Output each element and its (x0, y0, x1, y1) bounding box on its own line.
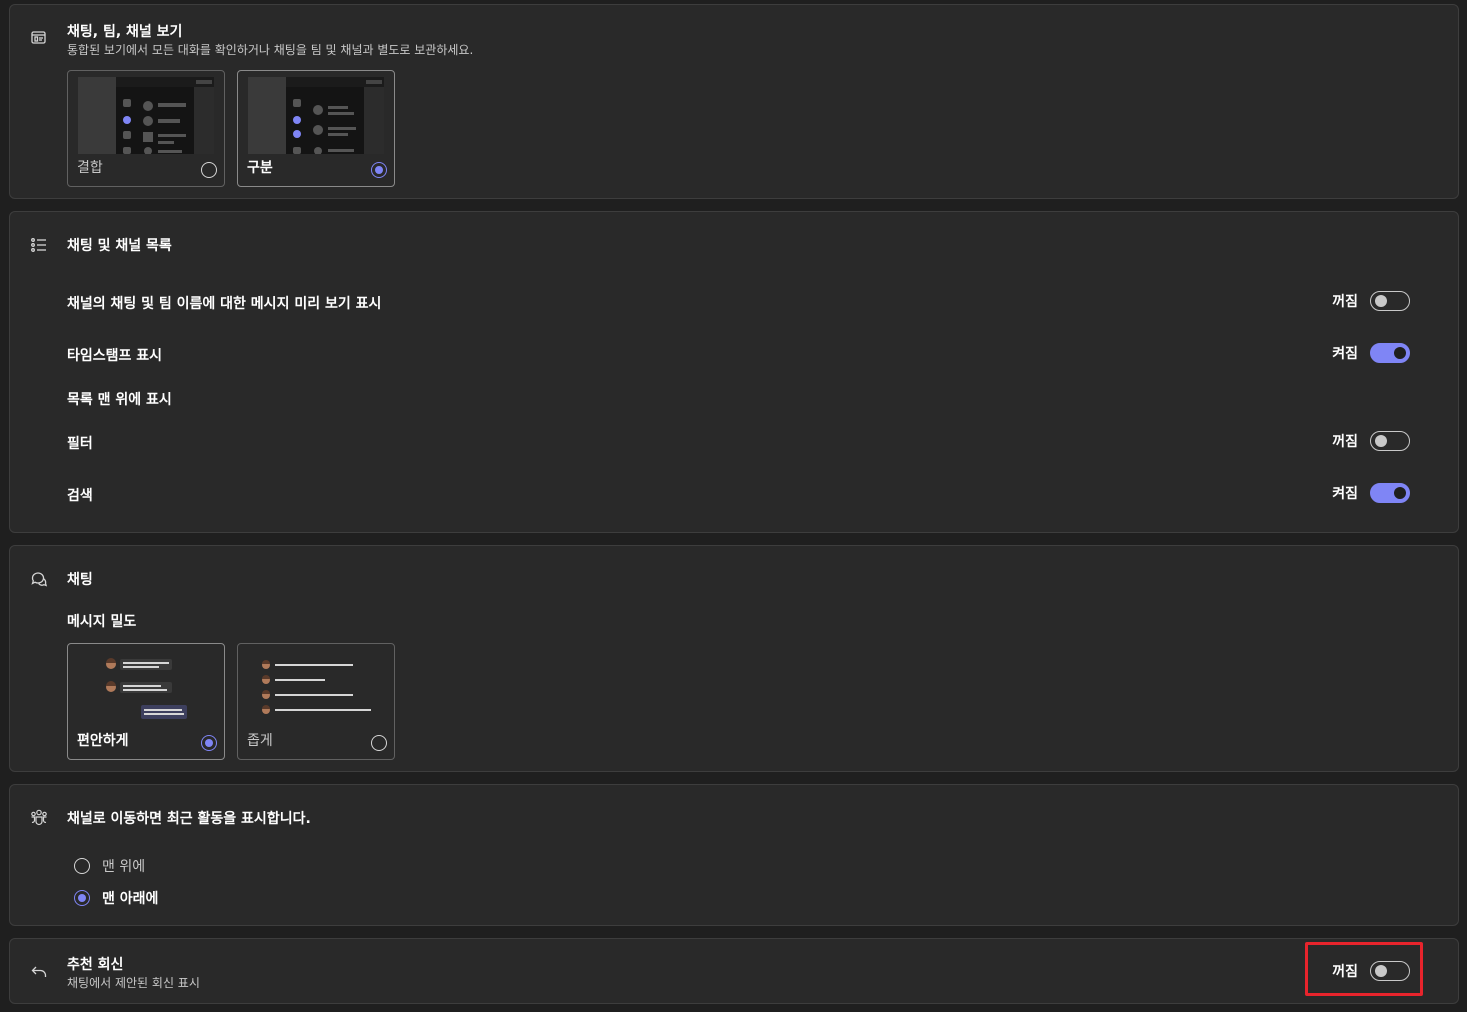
chat-bubbles-icon (30, 570, 48, 588)
chat-settings-card: 채팅 메시지 밀도 편안하게 좁게 (9, 545, 1459, 772)
density-option-comfortable[interactable]: 편안하게 (67, 643, 225, 760)
filter-setting: 꺼짐 (1328, 431, 1410, 451)
top-option-label: 맨 위에 (102, 859, 146, 875)
separate-label: 구분 (247, 160, 273, 176)
combined-label: 결합 (77, 160, 103, 176)
message-preview-label: 채널의 채팅 및 팀 이름에 대한 메시지 미리 보기 표시 (67, 296, 382, 312)
comfortable-preview-image (78, 650, 214, 727)
comfortable-label: 편안하게 (77, 733, 129, 749)
suggested-replies-title: 추천 회신 (67, 957, 124, 973)
combined-radio[interactable] (201, 162, 217, 178)
suggested-replies-card: 추천 회신 채팅에서 제안된 회신 표시 꺼짐 (9, 938, 1459, 1004)
timestamp-state: 켜짐 (1332, 346, 1358, 362)
reply-arrow-icon (30, 963, 48, 981)
view-settings-subtitle: 통합된 보기에서 모든 대화를 확인하거나 채팅을 팀 및 채널과 별도로 보관… (67, 43, 474, 57)
filter-state: 꺼짐 (1332, 434, 1358, 450)
show-at-top-heading: 목록 맨 위에 표시 (67, 392, 172, 408)
compact-radio[interactable] (371, 735, 387, 751)
toggle-knob (1394, 347, 1406, 359)
channel-activity-title: 채널로 이동하면 최근 활동을 표시합니다. (67, 811, 311, 827)
bulleted-list-icon (30, 236, 48, 254)
highlight-box (1305, 942, 1423, 996)
message-density-label: 메시지 밀도 (67, 614, 137, 630)
filter-label: 필터 (67, 436, 93, 452)
search-setting: 켜짐 (1328, 483, 1410, 503)
combined-preview-image (78, 77, 214, 154)
search-toggle[interactable] (1370, 483, 1410, 503)
layout-icon (30, 29, 48, 47)
bottom-option-label: 맨 아래에 (102, 891, 159, 907)
list-settings-card: 채팅 및 채널 목록 채널의 채팅 및 팀 이름에 대한 메시지 미리 보기 표… (9, 211, 1459, 533)
comfortable-radio[interactable] (201, 735, 217, 751)
top-radio[interactable] (74, 858, 90, 874)
separate-preview-image (248, 77, 384, 154)
view-settings-card: 채팅, 팀, 채널 보기 통합된 보기에서 모든 대화를 확인하거나 채팅을 팀… (9, 4, 1459, 199)
view-option-combined[interactable]: 결합 (67, 70, 225, 187)
channel-activity-option-bottom[interactable]: 맨 아래에 (74, 888, 158, 908)
toggle-knob (1394, 487, 1406, 499)
list-settings-title: 채팅 및 채널 목록 (67, 238, 172, 254)
bottom-radio[interactable] (74, 890, 90, 906)
timestamp-toggle[interactable] (1370, 343, 1410, 363)
message-preview-state: 꺼짐 (1332, 294, 1358, 310)
compact-preview-image (248, 650, 384, 727)
toggle-knob (1375, 295, 1387, 307)
timestamp-setting: 켜짐 (1328, 343, 1410, 363)
filter-toggle[interactable] (1370, 431, 1410, 451)
suggested-replies-subtitle: 채팅에서 제안된 회신 표시 (67, 976, 200, 990)
separate-radio[interactable] (371, 162, 387, 178)
chat-settings-title: 채팅 (67, 572, 93, 588)
search-label: 검색 (67, 488, 93, 504)
channel-activity-option-top[interactable]: 맨 위에 (74, 856, 145, 876)
timestamp-label: 타임스탬프 표시 (67, 348, 163, 364)
message-preview-toggle[interactable] (1370, 291, 1410, 311)
view-option-separate[interactable]: 구분 (237, 70, 395, 187)
team-icon (30, 808, 48, 826)
toggle-knob (1375, 435, 1387, 447)
search-state: 켜짐 (1332, 486, 1358, 502)
density-option-compact[interactable]: 좁게 (237, 643, 395, 760)
compact-label: 좁게 (247, 733, 273, 749)
view-settings-title: 채팅, 팀, 채널 보기 (67, 24, 183, 40)
channel-activity-card: 채널로 이동하면 최근 활동을 표시합니다. 맨 위에 맨 아래에 (9, 784, 1459, 926)
message-preview-setting: 꺼짐 (1328, 291, 1410, 311)
